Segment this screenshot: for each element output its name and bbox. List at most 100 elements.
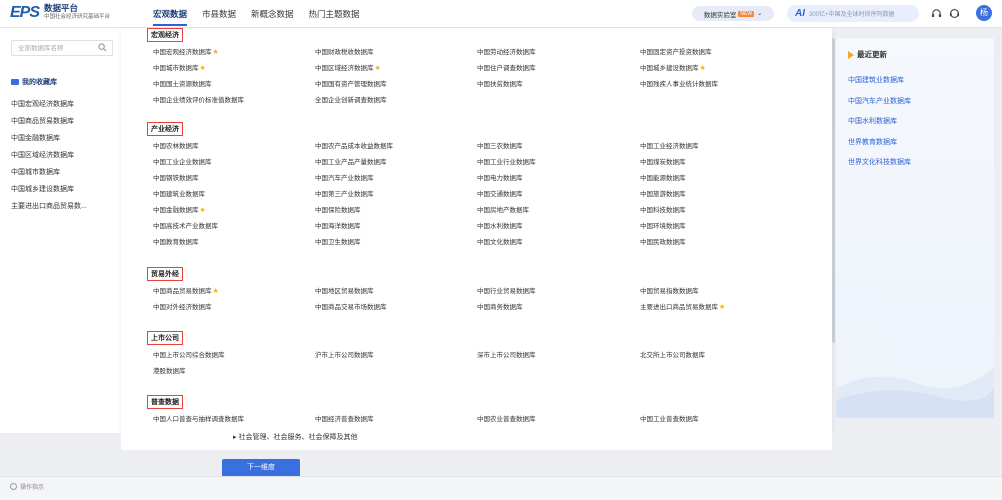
database-link[interactable]: 中国三农数据库 [477,139,640,155]
database-link[interactable]: 中国钢铁数据库 [153,171,315,187]
database-link[interactable]: 中国住户调查数据库 [477,61,640,77]
headset-icon[interactable] [948,8,960,20]
dimension-item[interactable]: ▸ 社会管理、社会服务、社会保障及其他 [233,432,357,442]
database-name: 中国贸易指数数据库 [640,288,699,295]
database-link[interactable]: 中国工业经济数据库 [640,139,810,155]
database-link[interactable]: 中国房地产数据库 [477,203,640,219]
database-link[interactable]: 中国商品贸易数据库★ [153,284,315,300]
ai-search-box[interactable]: AI 300亿+中国及全球时间序列数据 [787,5,919,22]
database-link[interactable]: 中国民政数据库 [640,235,810,251]
database-link[interactable]: 中国工业企业数据库 [153,155,315,171]
data-lab-button[interactable]: 数据实验室 NEW ⌄ [692,6,774,21]
recent-update-item[interactable]: 中国建筑业数据库 [848,71,911,92]
avatar[interactable]: 杨 [976,5,992,21]
database-link[interactable]: 深市上市公司数据库 [477,348,640,364]
database-link[interactable]: 中国国有资产管理数据库 [315,77,477,93]
database-name: 主要进出口商品贸易数据库 [640,304,718,311]
database-name: 中国对外经济数据库 [153,304,212,311]
database-name: 中国工业经济数据库 [640,143,699,150]
favorites-list: 中国宏观经济数据库 中国商品贸易数据库 中国金融数据库 中国区域经济数据库 中国城市数据… [11,96,87,215]
database-link[interactable]: 主要进出口商品贸易数据库★ [640,300,810,316]
database-name: 中国宏观经济数据库 [153,49,212,56]
database-link[interactable]: 中国金融数据库★ [153,203,315,219]
database-link[interactable]: 中国汽车产业数据库 [315,171,477,187]
customer-service-icon[interactable] [930,8,942,20]
database-link[interactable]: 中国农林数据库 [153,139,315,155]
favorite-item[interactable]: 中国城市数据库 [11,164,87,181]
database-link[interactable]: 中国企业绩效评价标准值数据库 [153,93,315,109]
database-link[interactable]: 沪市上市公司数据库 [315,348,477,364]
favorite-item[interactable]: 中国宏观经济数据库 [11,96,87,113]
dropdown-scrollbar[interactable] [832,38,835,343]
database-name: 中国国有资产管理数据库 [315,81,387,88]
favorite-item[interactable]: 主要进出口商品贸易数... [11,198,87,215]
database-link[interactable]: 中国城市数据库★ [153,61,315,77]
database-link[interactable]: 中国上市公司综合数据库 [153,348,315,364]
database-link[interactable]: 中国宏观经济数据库★ [153,45,315,61]
database-name: 中国工业产品产量数据库 [315,159,387,166]
search-icon[interactable] [98,43,107,52]
database-link[interactable]: 中国区域经济数据库★ [315,61,477,77]
favorite-item[interactable]: 中国区域经济数据库 [11,147,87,164]
database-link[interactable]: 中国扶贫数据库 [477,77,640,93]
database-link[interactable]: 中国教育数据库 [153,235,315,251]
database-link[interactable]: 中国经济普查数据库 [315,412,477,428]
database-name: 中国房地产数据库 [477,207,529,214]
database-link[interactable]: 中国人口普查与抽样调查数据库 [153,412,315,428]
recent-update-item[interactable]: 中国水利数据库 [848,112,911,133]
database-link[interactable]: 中国保险数据库 [315,203,477,219]
nav-macro-data[interactable]: 宏观数据 [153,0,188,28]
database-link[interactable]: 中国第三产业数据库 [315,187,477,203]
db-search-input[interactable] [18,44,98,52]
database-link[interactable]: 中国固定资产投资数据库 [640,45,810,61]
database-link[interactable]: 中国对外经济数据库 [153,300,315,316]
database-name: 中国环境数据库 [640,223,686,230]
database-link[interactable]: 中国城乡建设数据库★ [640,61,810,77]
database-link[interactable]: 中国水利数据库 [477,219,640,235]
database-link[interactable]: 中国文化数据库 [477,235,640,251]
favorite-item[interactable]: 中国金融数据库 [11,130,87,147]
recent-update-item[interactable]: 中国汽车产业数据库 [848,92,911,113]
logo[interactable]: EPS 数据平台 中国社会经济研究基础平台 [10,4,110,22]
database-link[interactable]: 中国国土资源数据库 [153,77,315,93]
database-name: 中国财政税收数据库 [315,49,374,56]
database-link[interactable]: 中国贸易指数数据库 [640,284,810,300]
database-link[interactable]: 中国农业普查数据库 [477,412,640,428]
database-link[interactable]: 中国电力数据库 [477,171,640,187]
database-link[interactable]: 中国工业行业数据库 [477,155,640,171]
database-link[interactable]: 中国高技术产业数据库 [153,219,315,235]
database-link[interactable]: 北交所上市公司数据库 [640,348,810,364]
next-dimension-button[interactable]: 下一维度 [222,459,300,477]
recent-update-item[interactable]: 世界教育数据库 [848,133,911,154]
database-link[interactable]: 中国旅游数据库 [640,187,810,203]
database-link[interactable]: 中国煤炭数据库 [640,155,810,171]
favorite-item[interactable]: 中国城乡建设数据库 [11,181,87,198]
database-link[interactable]: 全国企业创新调查数据库 [315,93,477,109]
database-link[interactable]: 中国财政税收数据库 [315,45,477,61]
database-link[interactable]: 中国地区贸易数据库 [315,284,477,300]
recent-updates-title: 最近更新 [848,49,887,60]
database-link[interactable]: 中国工业普查数据库 [640,412,810,428]
nav-hot-topic-data[interactable]: 热门主题数据 [309,0,360,28]
database-link[interactable]: 中国商务数据库 [477,300,640,316]
database-link[interactable]: 中国工业产品产量数据库 [315,155,477,171]
database-link[interactable]: 中国劳动经济数据库 [477,45,640,61]
nav-new-concept-data[interactable]: 新概念数据 [251,0,294,28]
database-link[interactable]: 中国交通数据库 [477,187,640,203]
database-link[interactable]: 中国商品交易市场数据库 [315,300,477,316]
database-link[interactable]: 中国能源数据库 [640,171,810,187]
database-link[interactable]: 中国行业贸易数据库 [477,284,640,300]
nav-county-data[interactable]: 市县数据 [202,0,236,28]
database-link[interactable]: 中国环境数据库 [640,219,810,235]
database-link[interactable]: 中国海洋数据库 [315,219,477,235]
operation-guide[interactable]: 操作指示 [10,482,44,491]
favorite-item[interactable]: 中国商品贸易数据库 [11,113,87,130]
database-link[interactable]: 中国残疾人事业统计数据库 [640,77,810,93]
database-link[interactable]: 中国卫生数据库 [315,235,477,251]
top-bar: EPS 数据平台 中国社会经济研究基础平台 宏观数据 市县数据 新概念数据 热门… [0,0,1002,28]
database-link[interactable]: 中国农产品成本收益数据库 [315,139,477,155]
database-link[interactable]: 中国科技数据库 [640,203,810,219]
database-link[interactable]: 港股数据库 [153,364,315,380]
database-link[interactable]: 中国建筑业数据库 [153,187,315,203]
recent-update-item[interactable]: 世界文化科技数据库 [848,153,911,174]
